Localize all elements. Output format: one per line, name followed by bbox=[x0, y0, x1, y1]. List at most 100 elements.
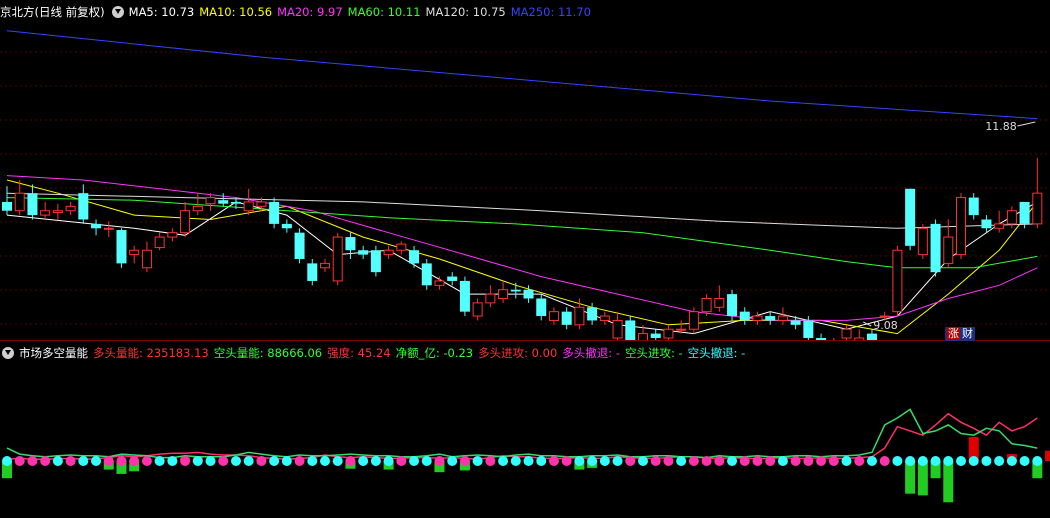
sub-chart-header: 市场多空量能 多头量能: 235183.13 空头量能: 88666.06 强度: 4… bbox=[0, 343, 755, 363]
signal-dot-73 bbox=[930, 456, 941, 466]
candle-body-19 bbox=[243, 201, 254, 212]
candle-body-63 bbox=[803, 320, 814, 338]
candle-body-23 bbox=[294, 232, 305, 259]
signal-dot-31 bbox=[396, 456, 407, 466]
signal-dot-7 bbox=[91, 456, 102, 466]
signal-dot-32 bbox=[409, 456, 420, 466]
signal-dot-46 bbox=[587, 456, 598, 466]
signal-dot-79 bbox=[1006, 456, 1017, 466]
candle-body-72 bbox=[917, 227, 928, 256]
signal-dot-49 bbox=[625, 456, 636, 466]
candle-body-12 bbox=[154, 236, 165, 249]
candle-body-10 bbox=[129, 249, 140, 256]
signal-dot-56 bbox=[714, 456, 725, 466]
candle-body-20 bbox=[256, 201, 267, 207]
candle-body-52 bbox=[663, 328, 674, 339]
signal-dot-43 bbox=[548, 456, 559, 466]
signal-dot-50 bbox=[638, 456, 648, 466]
ma-legend: MA5: 10.73 MA10: 10.56 MA20: 9.97 MA60: 10.… bbox=[129, 5, 596, 19]
signal-dot-76 bbox=[968, 456, 979, 466]
candle-body-16 bbox=[205, 197, 216, 205]
candle-body-42 bbox=[536, 298, 547, 317]
indicator-field-3: 净额_亿: -0.23 bbox=[395, 346, 474, 360]
candle-body-5 bbox=[65, 205, 76, 212]
candle-body-31 bbox=[396, 243, 407, 251]
candle-body-7 bbox=[91, 223, 102, 229]
signal-dot-5 bbox=[65, 456, 76, 466]
signal-dot-8 bbox=[103, 456, 114, 466]
bear-energy-line bbox=[6, 408, 1038, 459]
signal-dot-27 bbox=[345, 456, 356, 466]
candle-body-46 bbox=[587, 307, 598, 321]
candle-body-57 bbox=[727, 294, 738, 317]
signal-dot-78 bbox=[994, 456, 1005, 466]
candle-body-54 bbox=[688, 311, 699, 330]
candle-body-47 bbox=[599, 315, 610, 321]
candle-body-40 bbox=[510, 289, 521, 292]
signal-dot-58 bbox=[739, 456, 750, 466]
indicator-title[interactable]: 市场多空量能 bbox=[19, 346, 88, 360]
indicator-field-0: 多头量能: 235183.13 bbox=[93, 346, 209, 360]
candle-body-70 bbox=[892, 249, 903, 313]
indicator-fields: 多头量能: 235183.13 空头量能: 88666.06 强度: 45.24 净额… bbox=[93, 346, 750, 360]
signal-dot-17 bbox=[218, 456, 229, 466]
indicator-field-4: 多头进攻: 0.00 bbox=[478, 346, 558, 360]
energy-bar-82 bbox=[1045, 450, 1050, 461]
energy-bar-74 bbox=[943, 461, 954, 503]
signal-dot-21 bbox=[269, 456, 280, 466]
candle-body-75 bbox=[956, 197, 966, 256]
candle-body-14 bbox=[180, 210, 191, 234]
candle-body-24 bbox=[307, 263, 318, 281]
settings-dropdown-icon[interactable] bbox=[111, 6, 124, 18]
candle-body-15 bbox=[192, 205, 203, 212]
candle-body-37 bbox=[472, 302, 483, 317]
candle-body-26 bbox=[332, 236, 343, 282]
ma-label-4: MA120: 10.75 bbox=[425, 5, 506, 19]
signal-dot-39 bbox=[498, 456, 509, 466]
high-price-label: 11.88 bbox=[985, 120, 1017, 133]
signal-dot-40 bbox=[510, 456, 521, 466]
signal-dot-45 bbox=[574, 456, 585, 466]
candle-body-18 bbox=[230, 201, 241, 204]
signal-dot-16 bbox=[205, 456, 216, 466]
candle-body-53 bbox=[676, 328, 687, 331]
main-chart-header: 京北方(日线 前复权) MA5: 10.73 MA10: 10.56 MA20: 9.… bbox=[0, 2, 601, 22]
candle-body-25 bbox=[320, 262, 330, 269]
candle-body-3 bbox=[40, 210, 51, 216]
ma-label-1: MA10: 10.56 bbox=[199, 5, 273, 19]
signal-dot-20 bbox=[256, 456, 267, 466]
candle-body-77 bbox=[981, 219, 992, 229]
candle-body-74 bbox=[943, 236, 954, 264]
candle-body-51 bbox=[650, 333, 661, 338]
low-price-label: 9.08 bbox=[873, 319, 898, 332]
signal-dot-15 bbox=[192, 456, 203, 466]
signal-dot-66 bbox=[841, 456, 852, 466]
zhang-badge: 涨 bbox=[947, 327, 960, 340]
signal-dot-60 bbox=[765, 456, 776, 466]
candle-body-28 bbox=[358, 250, 369, 255]
signal-dot-65 bbox=[828, 456, 839, 466]
finance-badge[interactable]: 涨财 bbox=[945, 327, 975, 341]
signal-dot-38 bbox=[485, 456, 496, 466]
signal-dot-33 bbox=[421, 456, 432, 466]
candle-body-13 bbox=[167, 232, 178, 238]
candle-body-41 bbox=[523, 289, 534, 299]
candle-body-81 bbox=[1032, 192, 1043, 225]
candle-body-22 bbox=[281, 223, 292, 229]
signal-dot-69 bbox=[879, 456, 890, 466]
ma-line-MA10 bbox=[6, 179, 1038, 335]
candle-body-56 bbox=[714, 298, 725, 308]
candle-body-4 bbox=[52, 210, 63, 213]
stock-title[interactable]: 京北方(日线 前复权) bbox=[0, 5, 105, 19]
candle-body-35 bbox=[447, 276, 458, 281]
candle-body-17 bbox=[218, 200, 229, 204]
candle-body-66 bbox=[841, 328, 852, 339]
candle-body-59 bbox=[752, 315, 763, 321]
settings-dropdown-icon[interactable] bbox=[2, 347, 14, 359]
ma-line-MA250 bbox=[6, 30, 1038, 120]
candle-body-45 bbox=[574, 306, 585, 326]
signal-dot-44 bbox=[561, 456, 572, 466]
indicator-field-7: 空头撤退: - bbox=[687, 346, 746, 360]
candle-body-34 bbox=[434, 280, 445, 286]
signal-dot-53 bbox=[676, 456, 687, 466]
